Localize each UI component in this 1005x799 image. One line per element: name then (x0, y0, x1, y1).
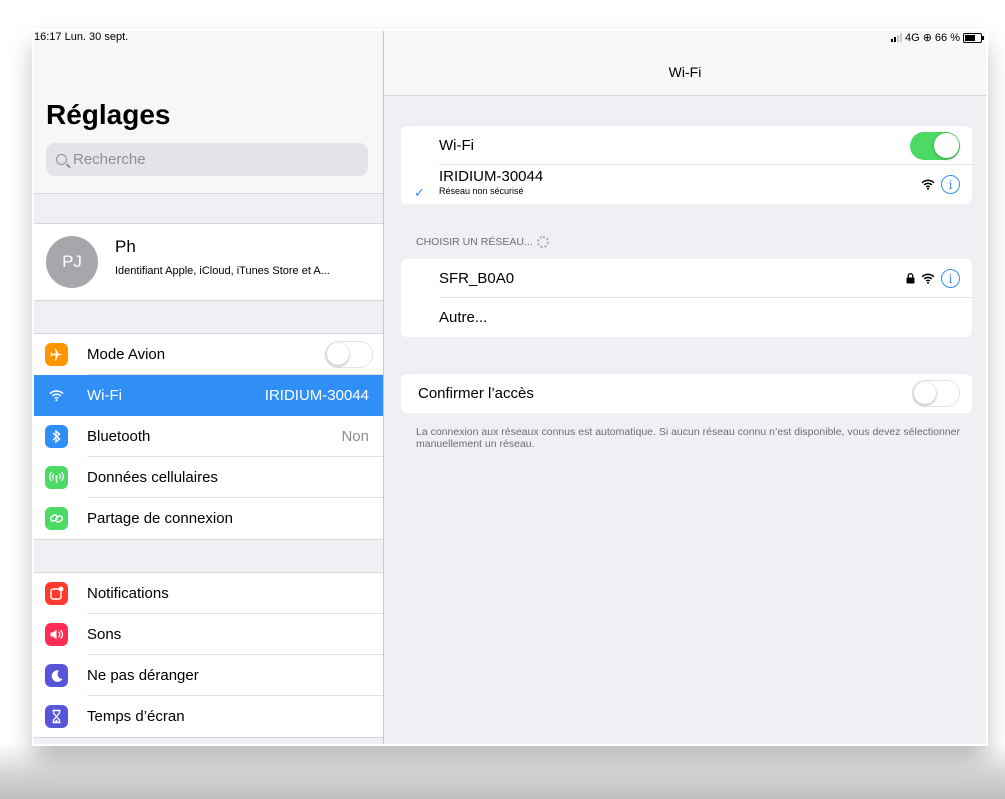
sidebar-header: 16:17 Lun. 30 sept. Réglages Recherche (34, 31, 383, 194)
search-field[interactable]: Recherche (46, 143, 368, 176)
battery-icon (963, 32, 984, 43)
moon-icon (45, 664, 68, 687)
signal-strength-icon (891, 33, 903, 42)
network-name: SFR_B0A0 (439, 270, 515, 287)
connected-network-row[interactable]: ✓ IRIDIUM-30044 Réseau non sécurisé i (401, 165, 972, 204)
wifi-card: Wi-Fi ✓ IRIDIUM-30044 Réseau non sécuris… (401, 126, 972, 204)
sidebar-item-wifi[interactable]: Wi-Fi IRIDIUM-30044 (34, 375, 383, 416)
sidebar-item-bluetooth[interactable]: Bluetooth Non (34, 416, 383, 457)
confirm-access-row: Confirmer l’accès (401, 374, 972, 413)
sidebar-item-airplane-mode[interactable]: Mode Avion (34, 334, 383, 375)
sidebar-item-label: Wi-Fi (87, 387, 122, 404)
sidebar-item-label: Temps d’écran (87, 708, 185, 725)
sounds-icon (45, 623, 68, 646)
sidebar-item-sounds[interactable]: Sons (34, 614, 383, 655)
status-time: 16:17 Lun. 30 sept. (34, 31, 129, 43)
airplane-mode-toggle[interactable] (325, 341, 373, 368)
other-network-row[interactable]: Autre... (401, 298, 972, 337)
sidebar-item-label: Sons (87, 626, 122, 643)
orientation-lock-icon: ⊕ (922, 32, 932, 44)
notifications-group: Notifications Sons Ne pas déranger Temps… (34, 572, 383, 738)
notifications-icon (45, 582, 68, 605)
connected-network-subtitle: Réseau non sécurisé (439, 186, 524, 196)
section-header-label: CHOISIR UN RÉSEAU... (416, 236, 533, 248)
battery-percent: 66 % (934, 31, 960, 44)
wifi-toggle-row: Wi-Fi (401, 126, 972, 165)
sidebar-item-label: Mode Avion (87, 346, 166, 363)
sidebar-title: Réglages (46, 99, 171, 130)
choose-network-header: CHOISIR UN RÉSEAU... (416, 236, 549, 248)
hourglass-icon (45, 705, 68, 728)
confirm-access-toggle[interactable] (912, 380, 960, 407)
sidebar-item-value: Non (341, 428, 369, 445)
connectivity-group: Mode Avion Wi-Fi IRIDIUM-30044 Bluetooth… (34, 333, 383, 540)
settings-sidebar: 16:17 Lun. 30 sept. Réglages Recherche P… (34, 31, 384, 744)
airplane-icon (45, 343, 68, 366)
network-type: 4G (905, 31, 920, 44)
hotspot-icon (45, 507, 68, 530)
wifi-label: Wi-Fi (439, 137, 474, 154)
sidebar-item-notifications[interactable]: Notifications (34, 573, 383, 614)
sidebar-item-label: Données cellulaires (87, 469, 218, 486)
confirm-access-label: Confirmer l’accès (418, 385, 534, 402)
search-placeholder: Recherche (73, 151, 146, 168)
wifi-signal-icon (921, 273, 935, 284)
info-icon[interactable]: i (941, 269, 960, 288)
network-row[interactable]: SFR_B0A0 i (401, 259, 972, 298)
cellular-icon (45, 466, 68, 489)
other-network-label: Autre... (439, 309, 488, 326)
search-icon (56, 154, 67, 165)
auto-join-note: La connexion aux réseaux connus est auto… (416, 426, 961, 450)
ipad-screen: 16:17 Lun. 30 sept. Réglages Recherche P… (34, 31, 986, 744)
page-title: Wi-Fi (668, 64, 702, 80)
wifi-toggle[interactable] (910, 131, 960, 160)
loading-spinner-icon (536, 236, 549, 248)
profile-name: Ph (115, 237, 136, 256)
profile-subtitle: Identifiant Apple, iCloud, iTunes Store … (115, 265, 330, 277)
status-indicators: 4G ⊕ 66 % (891, 31, 984, 44)
wifi-icon (45, 384, 68, 407)
sidebar-item-hotspot[interactable]: Partage de connexion (34, 498, 383, 539)
sidebar-item-do-not-disturb[interactable]: Ne pas déranger (34, 655, 383, 696)
sidebar-item-value: IRIDIUM-30044 (264, 387, 369, 404)
sidebar-item-label: Partage de connexion (87, 510, 233, 527)
info-icon[interactable]: i (941, 175, 960, 194)
sidebar-item-label: Notifications (87, 585, 169, 602)
sidebar-item-label: Ne pas déranger (87, 667, 199, 684)
networks-card: SFR_B0A0 i Autre... (401, 259, 972, 337)
lock-icon (906, 273, 915, 284)
sidebar-item-label: Bluetooth (87, 428, 151, 445)
wifi-signal-icon (921, 179, 935, 190)
connected-network-name: IRIDIUM-30044 (439, 168, 544, 185)
bluetooth-icon (45, 425, 68, 448)
wifi-detail-pane: 4G ⊕ 66 % Wi-Fi Wi-Fi ✓ IRIDIUM-30044 Ré… (384, 31, 986, 744)
checkmark-icon: ✓ (414, 185, 425, 200)
sidebar-item-cellular[interactable]: Données cellulaires (34, 457, 383, 498)
navigation-bar: 4G ⊕ 66 % Wi-Fi (384, 31, 986, 96)
sidebar-item-screen-time[interactable]: Temps d’écran (34, 696, 383, 737)
apple-id-profile[interactable]: PJ Ph Identifiant Apple, iCloud, iTunes … (34, 223, 383, 301)
avatar: PJ (46, 236, 98, 288)
confirm-access-card: Confirmer l’accès (401, 374, 972, 413)
